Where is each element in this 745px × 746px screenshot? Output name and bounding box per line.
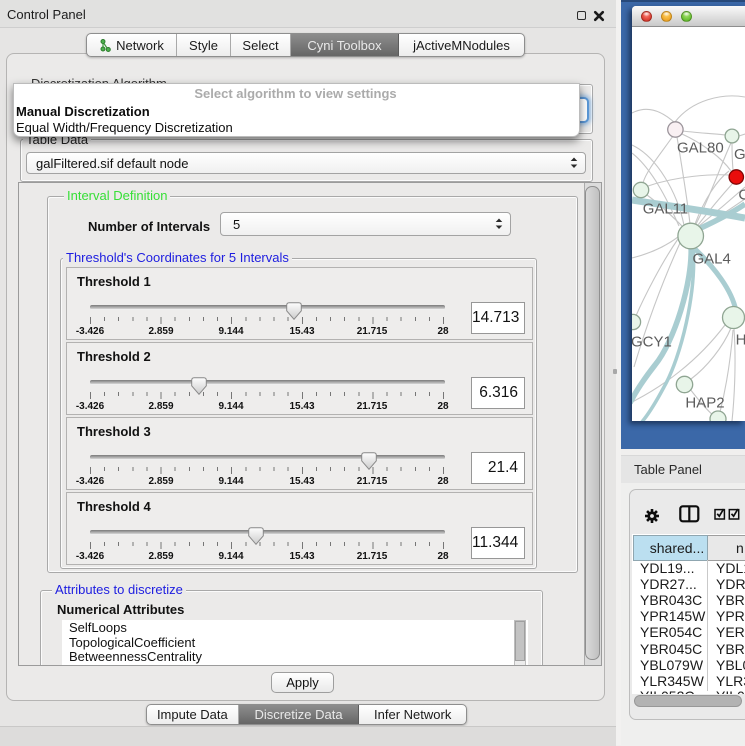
svg-text:HI: HI (736, 331, 745, 348)
svg-text:GAL11: GAL11 (643, 201, 689, 218)
svg-text:GAL80: GAL80 (677, 140, 724, 157)
svg-text:GCY1: GCY1 (632, 333, 672, 350)
svg-text:CD: CD (738, 187, 745, 204)
svg-text:GA: GA (734, 146, 745, 163)
svg-text:GAL4: GAL4 (693, 250, 731, 267)
svg-text:HAP2: HAP2 (685, 395, 724, 412)
